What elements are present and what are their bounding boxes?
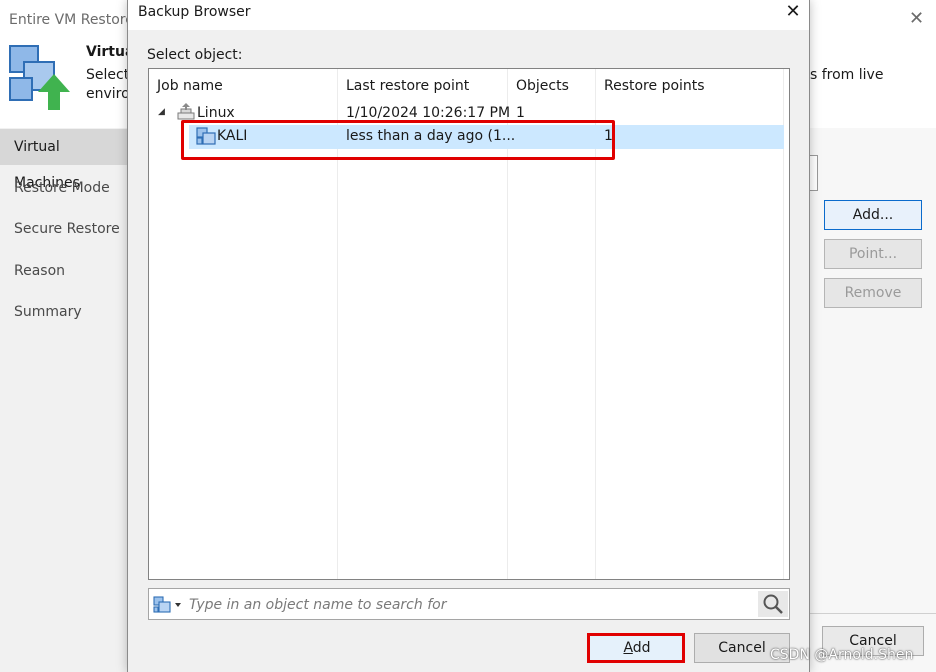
bg-header-desc-right: s from live	[810, 67, 884, 83]
column-header-last-restore-point[interactable]: Last restore point	[346, 78, 469, 94]
row-linux-last-restore-point: 1/10/2024 10:26:17 PM	[346, 105, 511, 121]
watermark: CSDN @Arnold.Shen	[770, 647, 914, 663]
column-header-job-name[interactable]: Job name	[157, 78, 223, 94]
bg-close-icon[interactable]: ✕	[909, 8, 924, 29]
add-button-highlight	[587, 633, 685, 663]
bg-add-button[interactable]: Add...	[824, 200, 922, 230]
step-summary[interactable]: Summary	[0, 294, 128, 330]
backup-job-icon	[177, 103, 195, 120]
wizard-steps-sidebar: Virtual Machines Restore Mode Secure Res…	[0, 128, 128, 672]
column-header-restore-points[interactable]: Restore points	[604, 78, 705, 94]
step-reason[interactable]: Reason	[0, 253, 128, 289]
row-linux-name[interactable]: Linux	[197, 105, 235, 121]
kali-row-highlight	[181, 120, 615, 160]
object-search-box	[148, 588, 790, 620]
bg-window-title: Entire VM Restore	[9, 12, 134, 28]
backup-browser-dialog: Backup Browser ✕ Select object: Job name…	[127, 0, 810, 672]
search-input[interactable]	[187, 592, 757, 618]
bg-footer-separator	[810, 613, 936, 614]
select-object-label: Select object:	[147, 47, 243, 63]
search-icon[interactable]	[758, 591, 788, 617]
bg-point-button[interactable]: Point...	[824, 239, 922, 269]
column-header-objects[interactable]: Objects	[516, 78, 569, 94]
dialog-title: Backup Browser	[138, 4, 251, 20]
close-icon[interactable]: ✕	[780, 0, 806, 26]
vm-restore-icon	[9, 45, 70, 110]
collapse-arrow-icon[interactable]: ◢	[158, 107, 165, 117]
step-secure-restore[interactable]: Secure Restore	[0, 211, 128, 247]
row-linux-objects: 1	[516, 105, 525, 121]
bg-header-desc-line1: Select	[86, 67, 130, 83]
step-virtual-machines[interactable]: Virtual Machines	[0, 129, 128, 191]
dialog-titlebar: Backup Browser ✕	[128, 0, 809, 30]
vm-list-edge	[810, 155, 818, 191]
bg-header-desc-line2: enviro	[86, 86, 130, 102]
object-type-filter-icon[interactable]	[151, 593, 185, 617]
step-restore-mode[interactable]: Restore Mode	[0, 170, 128, 206]
bg-remove-button[interactable]: Remove	[824, 278, 922, 308]
